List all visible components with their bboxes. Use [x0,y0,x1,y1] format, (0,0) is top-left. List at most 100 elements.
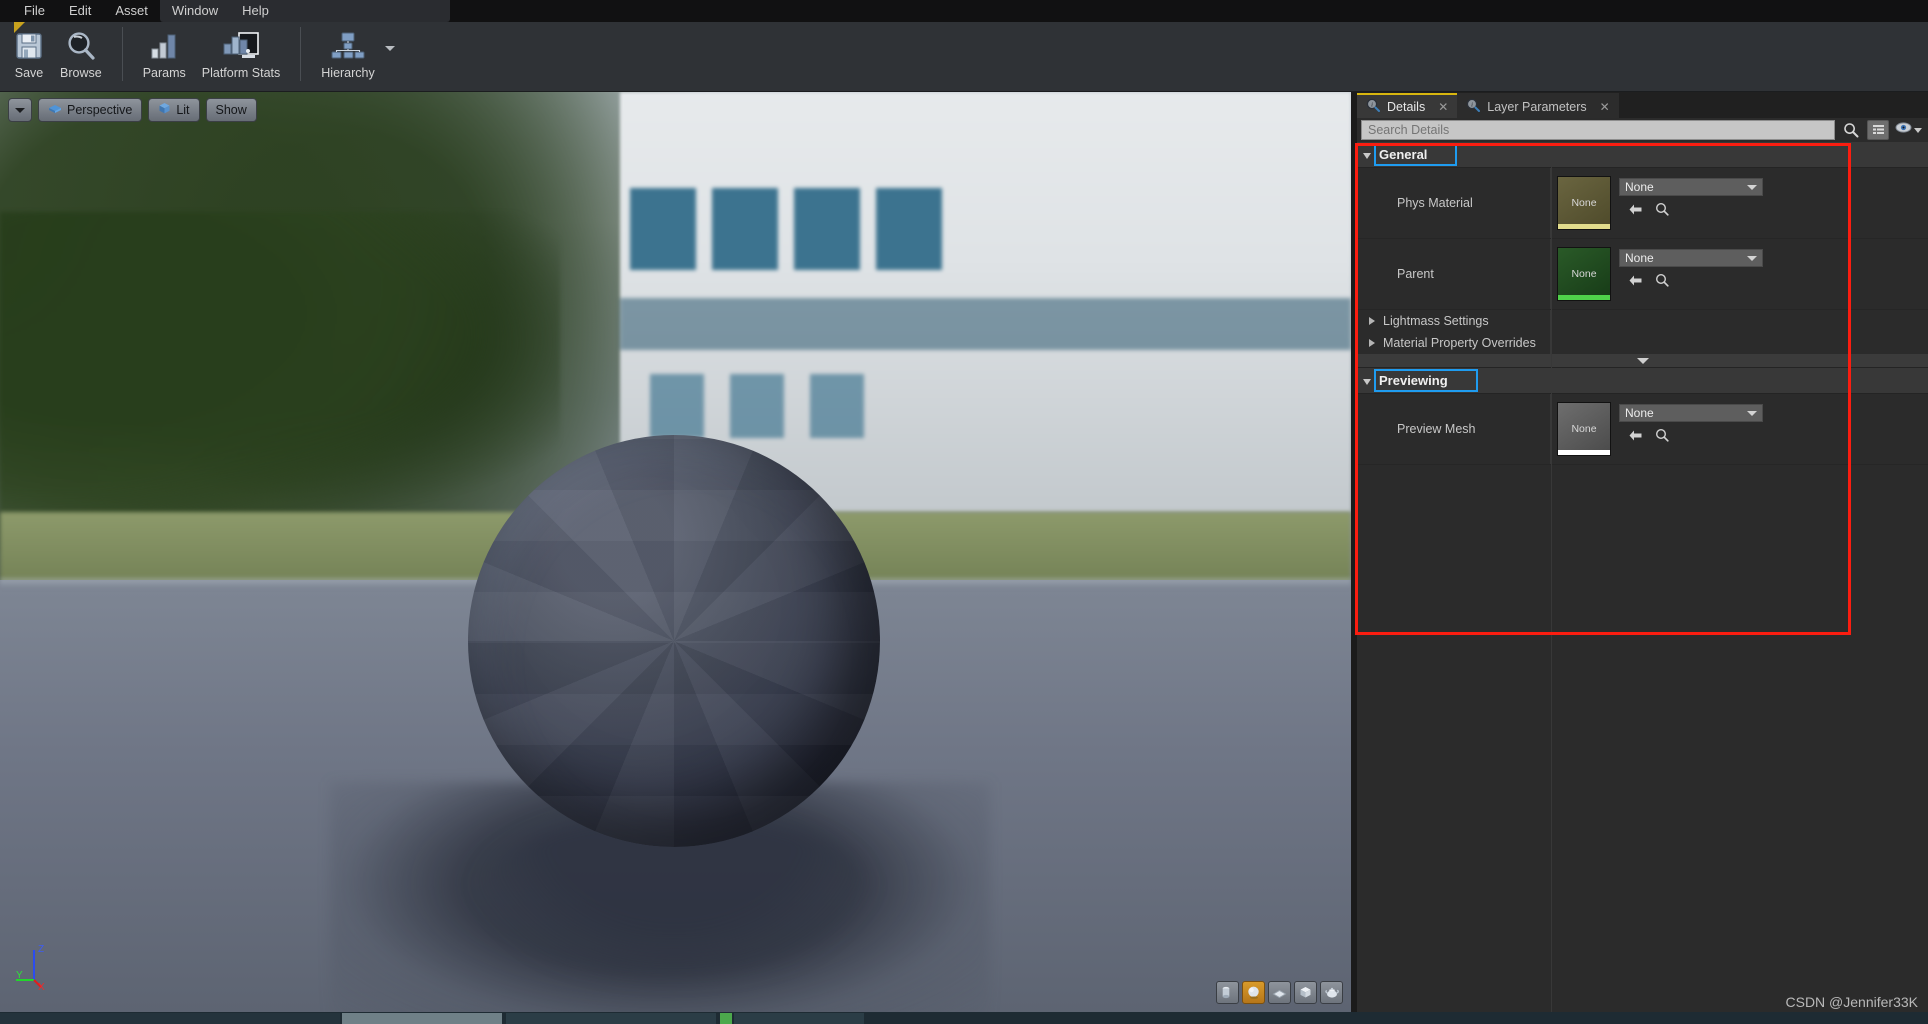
category-header-general[interactable]: General [1357,142,1928,168]
show-flags-button[interactable]: Show [205,98,257,122]
browse-magnifier-icon[interactable] [1655,202,1669,216]
tab-details-label: Details [1387,99,1426,114]
viewport-options-button[interactable] [8,98,32,122]
details-search-row [1357,118,1928,142]
menu-file[interactable]: File [12,0,57,22]
use-selected-arrow-icon[interactable] [1628,274,1643,287]
visibility-eye-control[interactable] [1893,121,1924,139]
viewport-trees [0,212,560,552]
layer-params-magnifier-icon: i [1466,98,1481,115]
browse-magnifier-icon[interactable] [1655,273,1669,287]
watermark-text: CSDN @Jennifer33K [1785,994,1919,1010]
parent-type-bar [1558,295,1610,300]
property-row-preview-mesh: Preview Mesh None None [1357,394,1928,465]
preview-sphere-mesh[interactable] [468,435,880,847]
viewport-toolbar: Perspective Lit Show [8,98,257,122]
parent-thumbnail[interactable]: None [1557,247,1611,301]
platform-stats-button[interactable]: Platform Stats [194,22,289,80]
browse-button-label: Browse [60,66,102,80]
menu-help[interactable]: Help [230,0,281,22]
material-preview-viewport[interactable]: Perspective Lit Show Z Y X [0,92,1351,1012]
search-details-field[interactable] [1361,120,1835,140]
primitive-sphere-button[interactable] [1242,981,1265,1004]
chevron-down-icon [1747,255,1757,261]
property-row-parent: Parent None None [1357,239,1928,310]
menu-window[interactable]: Window [160,0,230,22]
category-previewing-expand-arrow-icon [1363,378,1371,385]
menu-asset[interactable]: Asset [103,0,160,22]
details-tab-strip: i Details ✕ i Layer Parameters ✕ [1357,92,1928,118]
phys-material-thumbnail[interactable]: None [1557,176,1611,230]
preview-mesh-thumbnail-label: None [1571,423,1597,435]
preview-mesh-thumbnail[interactable]: None [1557,402,1611,456]
toolbar-group-tools: Params Platform Stats [129,22,295,92]
subcategory-lightmass-settings-label: Lightmass Settings [1383,314,1489,328]
phys-material-combo-value: None [1625,180,1654,194]
preview-mesh-type-bar [1558,450,1610,455]
property-row-lightmass-settings[interactable]: Lightmass Settings [1357,310,1928,332]
preview-primitive-selector [1216,981,1343,1004]
category-general-label: General [1374,143,1458,166]
details-property-list: General Phys Material None None Parent N… [1357,142,1928,1012]
phys-material-asset-combo[interactable]: None [1619,178,1763,196]
platform-stats-icon [221,27,261,65]
chevron-down-icon [1747,184,1757,190]
phys-material-actions [1619,202,1763,216]
os-taskbar [0,1012,1928,1024]
svg-text:i: i [1371,102,1373,109]
magnifier-browse-icon [65,27,97,65]
phys-material-thumbnail-label: None [1571,197,1597,209]
toolbar-separator-2 [300,27,302,81]
search-icon[interactable] [1839,122,1863,138]
grid-view-icon[interactable] [1867,120,1889,140]
save-button[interactable]: Save [6,22,52,80]
hierarchy-dropdown-caret-icon[interactable] [384,45,395,51]
use-selected-arrow-icon[interactable] [1628,203,1643,216]
parent-actions [1619,273,1763,287]
property-label-phys-material: Phys Material [1357,168,1551,238]
lightmass-settings-expand-arrow-icon [1369,317,1375,325]
svg-text:Z: Z [38,944,44,955]
lighting-mode-label: Lit [176,103,190,117]
params-button[interactable]: Params [135,22,194,80]
menu-edit[interactable]: Edit [57,0,103,22]
tab-details-close-icon[interactable]: ✕ [1438,100,1448,114]
primitive-plane-button[interactable] [1268,981,1291,1004]
material-instance-editor-window: File Edit Asset Window Help Save Browse … [0,0,1928,1024]
svg-text:X: X [38,982,45,993]
property-row-material-property-overrides[interactable]: Material Property Overrides [1357,332,1928,354]
tab-layer-parameters-close-icon[interactable]: ✕ [1600,100,1610,114]
primitive-teapot-button[interactable] [1320,981,1343,1004]
view-mode-perspective-button[interactable]: Perspective [38,98,143,122]
details-panel: i Details ✕ i Layer Parameters ✕ Search … [1357,92,1928,1012]
sphere-checker-bands [468,435,880,847]
preview-mesh-asset-combo[interactable]: None [1619,404,1763,422]
view-mode-label: Perspective [67,103,133,117]
category-header-previewing[interactable]: Previewing [1357,368,1928,394]
details-magnifier-icon: i [1366,98,1380,115]
toolbar-separator-1 [121,27,123,81]
general-section-expander[interactable] [1357,354,1928,368]
browse-magnifier-icon[interactable] [1655,428,1669,442]
hierarchy-button[interactable]: Hierarchy [313,22,383,80]
browse-button[interactable]: Browse [52,22,110,80]
chevron-down-icon[interactable] [1914,127,1922,133]
chevron-down-icon [1747,410,1757,416]
main-toolbar: Save Browse Params Platform Stats Hierar… [0,22,1928,92]
primitive-cylinder-button[interactable] [1216,981,1239,1004]
use-selected-arrow-icon[interactable] [1628,429,1643,442]
material-property-overrides-expand-arrow-icon [1369,339,1375,347]
primitive-cube-button[interactable] [1294,981,1317,1004]
save-button-label: Save [14,66,44,80]
bar-chart-params-icon [147,27,181,65]
tab-details[interactable]: i Details ✕ [1357,93,1458,118]
tab-layer-parameters[interactable]: i Layer Parameters ✕ [1457,93,1619,118]
property-column-divider [1551,142,1552,1012]
phys-material-type-bar [1558,224,1610,229]
parent-thumbnail-label: None [1571,268,1597,280]
parent-asset-combo[interactable]: None [1619,249,1763,267]
search-input[interactable] [1368,123,1828,137]
category-general-expand-arrow-icon [1363,152,1371,159]
lighting-mode-lit-button[interactable]: Lit [148,98,200,122]
tab-layer-parameters-label: Layer Parameters [1487,99,1587,114]
